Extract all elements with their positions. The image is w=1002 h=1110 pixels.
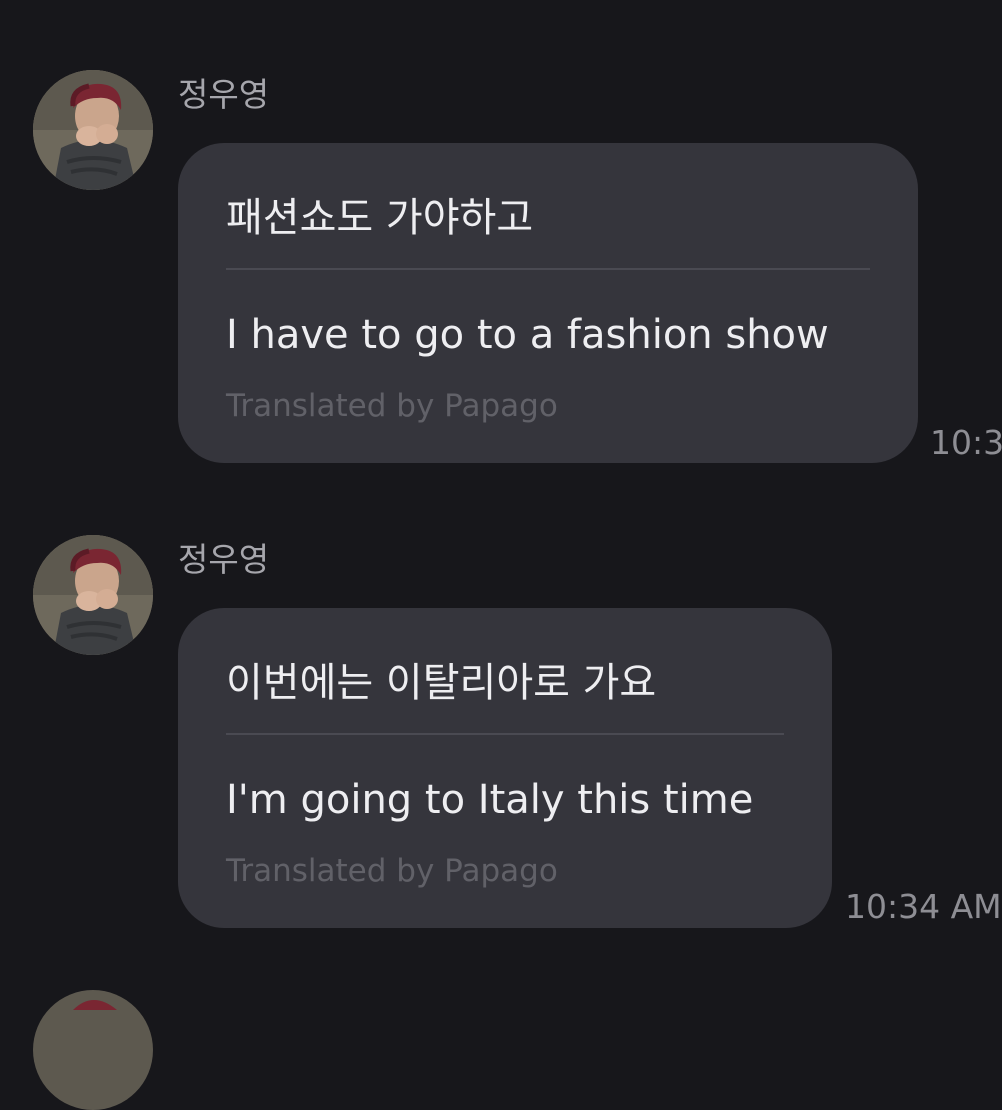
- avatar[interactable]: [33, 990, 153, 1110]
- timestamp: 10:3: [930, 423, 1002, 462]
- translation-credit: Translated by Papago: [226, 853, 558, 889]
- original-text: 패션쇼도 가야하고: [226, 195, 534, 241]
- avatar-photo-icon: [33, 990, 153, 1110]
- avatar[interactable]: [33, 70, 153, 190]
- message-bubble[interactable]: 패션쇼도 가야하고 I have to go to a fashion show…: [178, 143, 918, 463]
- translation-credit: Translated by Papago: [226, 388, 558, 424]
- sender-name: 정우영: [178, 540, 270, 579]
- avatar-photo-icon: [33, 535, 153, 655]
- message-bubble[interactable]: 이번에는 이탈리아로 가요 I'm going to Italy this ti…: [178, 608, 832, 928]
- translated-text: I'm going to Italy this time: [226, 777, 754, 823]
- sender-name: 정우영: [178, 75, 270, 114]
- avatar-photo-icon: [33, 70, 153, 190]
- divider: [226, 268, 870, 270]
- avatar[interactable]: [33, 535, 153, 655]
- original-text: 이번에는 이탈리아로 가요: [226, 660, 657, 706]
- translated-text: I have to go to a fashion show: [226, 312, 829, 358]
- divider: [226, 733, 784, 735]
- timestamp: 10:34 AM: [845, 887, 1002, 926]
